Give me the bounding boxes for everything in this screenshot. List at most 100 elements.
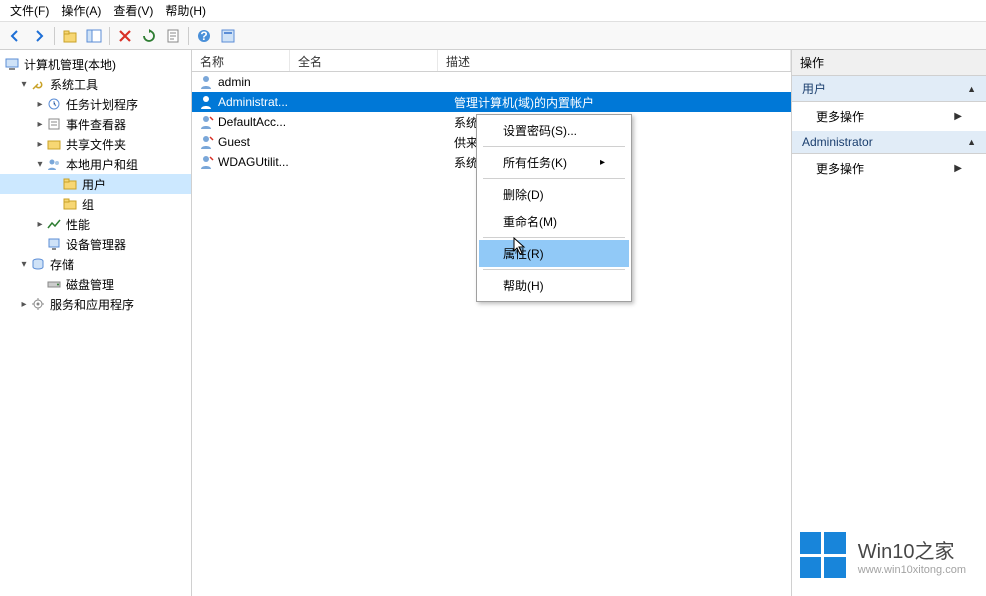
actions-pane: 操作 用户 ▲ 更多操作 ▶ Administrator ▲ 更多操作 ▶ [792, 50, 986, 596]
tree-label: 用户 [82, 176, 106, 193]
tree-label: 共享文件夹 [66, 136, 126, 153]
chevron-up-icon: ▲ [967, 84, 976, 94]
section-label: Administrator [802, 135, 873, 149]
action-label: 更多操作 [816, 160, 864, 177]
ctx-help[interactable]: 帮助(H) [479, 272, 629, 299]
ctx-set-password[interactable]: 设置密码(S)... [479, 117, 629, 144]
ctx-label: 重命名(M) [503, 213, 557, 230]
tree-event-viewer[interactable]: ▸ 事件查看器 [0, 114, 191, 134]
menu-view[interactable]: 查看(V) [107, 0, 159, 21]
ctx-label: 所有任务(K) [503, 154, 567, 171]
tree-label: 本地用户和组 [66, 156, 138, 173]
actions-more-users[interactable]: 更多操作 ▶ [792, 102, 986, 131]
section-label: 用户 [802, 80, 826, 97]
show-hide-tree-button[interactable] [83, 25, 105, 47]
expander-icon[interactable]: ▸ [34, 99, 46, 110]
tree-shared-folders[interactable]: ▸ 共享文件夹 [0, 134, 191, 154]
watermark: Win10之家 www.win10xitong.com [800, 532, 966, 578]
tree-device-manager[interactable]: 设备管理器 [0, 234, 191, 254]
tree-storage[interactable]: ▾ 存储 [0, 254, 191, 274]
tree-label: 磁盘管理 [66, 276, 114, 293]
tree-label: 事件查看器 [66, 116, 126, 133]
expander-icon[interactable]: ▸ [18, 299, 30, 310]
tree-performance[interactable]: ▸ 性能 [0, 214, 191, 234]
expander-icon[interactable]: ▸ [34, 219, 46, 230]
user-icon [198, 74, 214, 90]
svg-text:?: ? [200, 29, 207, 43]
tree-system-tools[interactable]: ▾ 系统工具 [0, 74, 191, 94]
list-item[interactable]: Administrat... 管理计算机(域)的内置帐户 [192, 92, 791, 112]
tools-icon [30, 76, 46, 92]
folder-icon [62, 176, 78, 192]
separator [483, 178, 625, 179]
windows-logo-icon [800, 532, 846, 578]
storage-icon [30, 256, 46, 272]
tree-root-label: 计算机管理(本地) [24, 56, 116, 73]
tree-users[interactable]: 用户 [0, 174, 191, 194]
expander-icon[interactable]: ▸ [34, 139, 46, 150]
list-header: 名称 全名 描述 [192, 50, 791, 72]
chevron-up-icon: ▲ [967, 137, 976, 147]
separator [483, 237, 625, 238]
properties-button[interactable] [217, 25, 239, 47]
actions-section-users[interactable]: 用户 ▲ [792, 76, 986, 102]
folder-icon [62, 196, 78, 212]
expander-icon[interactable]: ▾ [18, 259, 30, 270]
disk-icon [46, 276, 62, 292]
expander-icon[interactable]: ▾ [34, 159, 46, 170]
arrow-right-icon: ▶ [954, 163, 962, 174]
tree-root[interactable]: 计算机管理(本地) [0, 54, 191, 74]
computer-icon [4, 56, 20, 72]
column-fullname[interactable]: 全名 [290, 50, 438, 71]
up-button[interactable] [59, 25, 81, 47]
back-button[interactable] [4, 25, 26, 47]
cell-name: WDAGUtilit... [218, 155, 306, 169]
actions-title: 操作 [792, 50, 986, 76]
tree-groups[interactable]: 组 [0, 194, 191, 214]
actions-more-admin[interactable]: 更多操作 ▶ [792, 154, 986, 183]
menu-help[interactable]: 帮助(H) [159, 0, 212, 21]
context-menu: 设置密码(S)... 所有任务(K) ▸ 删除(D) 重命名(M) 属性(R) … [476, 114, 632, 302]
user-disabled-icon [198, 114, 214, 130]
users-icon [46, 156, 62, 172]
menu-action[interactable]: 操作(A) [55, 0, 107, 21]
ctx-delete[interactable]: 删除(D) [479, 181, 629, 208]
column-name[interactable]: 名称 [192, 50, 290, 71]
tree-services[interactable]: ▸ 服务和应用程序 [0, 294, 191, 314]
actions-section-admin[interactable]: Administrator ▲ [792, 131, 986, 154]
tree-label: 性能 [66, 216, 90, 233]
tree-disk-management[interactable]: 磁盘管理 [0, 274, 191, 294]
navigation-tree[interactable]: 计算机管理(本地) ▾ 系统工具 ▸ 任务计划程序 ▸ 事件查看器 ▸ 共享文件… [0, 50, 192, 596]
action-label: 更多操作 [816, 108, 864, 125]
forward-button[interactable] [28, 25, 50, 47]
expander-icon[interactable]: ▾ [18, 79, 30, 90]
folder-share-icon [46, 136, 62, 152]
help-button[interactable]: ? [193, 25, 215, 47]
refresh-button[interactable] [138, 25, 160, 47]
cell-name: Administrat... [218, 95, 306, 109]
cell-name: DefaultAcc... [218, 115, 306, 129]
menu-bar: 文件(F) 操作(A) 查看(V) 帮助(H) [0, 0, 986, 22]
cell-desc: 管理计算机(域)的内置帐户 [454, 94, 791, 111]
ctx-label: 设置密码(S)... [503, 122, 577, 139]
toolbar: ? [0, 22, 986, 50]
ctx-rename[interactable]: 重命名(M) [479, 208, 629, 235]
tree-local-users-groups[interactable]: ▾ 本地用户和组 [0, 154, 191, 174]
delete-button[interactable] [114, 25, 136, 47]
export-button[interactable] [162, 25, 184, 47]
arrow-right-icon: ▸ [600, 157, 605, 168]
device-icon [46, 236, 62, 252]
ctx-label: 属性(R) [503, 245, 544, 262]
tree-label: 系统工具 [50, 76, 98, 93]
event-icon [46, 116, 62, 132]
ctx-all-tasks[interactable]: 所有任务(K) ▸ [479, 149, 629, 176]
menu-file[interactable]: 文件(F) [4, 0, 55, 21]
column-description[interactable]: 描述 [438, 50, 791, 71]
user-disabled-icon [198, 134, 214, 150]
expander-icon[interactable]: ▸ [34, 119, 46, 130]
tree-label: 服务和应用程序 [50, 296, 134, 313]
ctx-properties[interactable]: 属性(R) [479, 240, 629, 267]
ctx-label: 删除(D) [503, 186, 544, 203]
tree-task-scheduler[interactable]: ▸ 任务计划程序 [0, 94, 191, 114]
list-item[interactable]: admin [192, 72, 791, 92]
